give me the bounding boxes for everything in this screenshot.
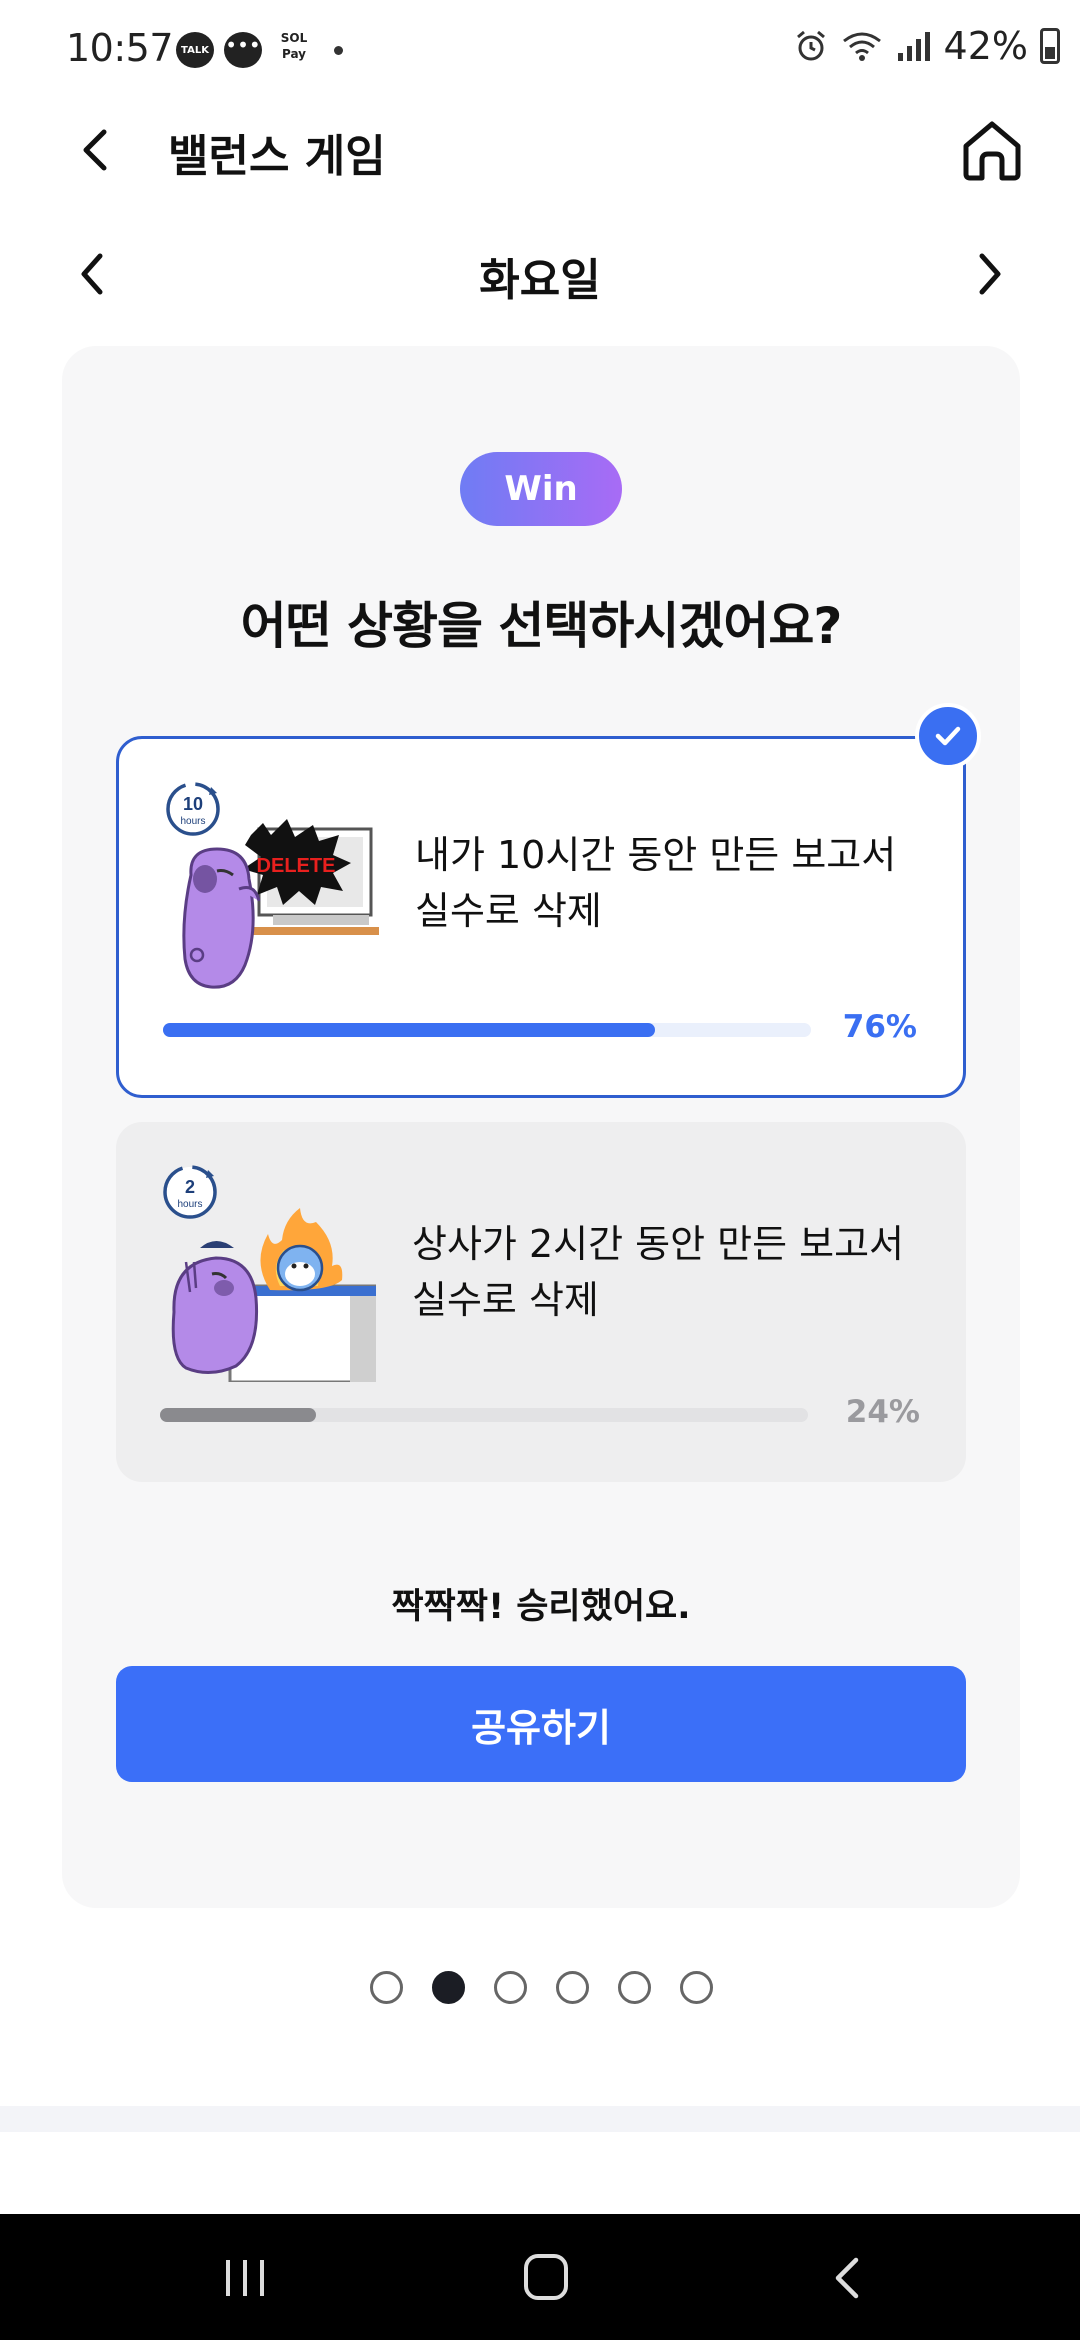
- page-dot[interactable]: [618, 1970, 651, 2004]
- clock-b-unit: hours: [177, 1199, 202, 1210]
- option-a-line1: 내가 10시간 동안 만든 보고서: [415, 833, 897, 877]
- status-bar: 10:57 TALK ••• SOL Pay 42%: [0, 0, 1080, 100]
- sol-pay-line2: Pay: [281, 47, 307, 61]
- clock-b-number: 2: [185, 1177, 195, 1197]
- notification-icons: TALK ••• SOL Pay: [176, 30, 343, 70]
- option-card-a[interactable]: DELETE 10 hours 내가 10시간 동안 만든 보고서 실수로 삭제…: [116, 703, 981, 1098]
- pagination-dots: [370, 1970, 730, 2004]
- back-button[interactable]: [66, 120, 126, 180]
- purple-character-b: [171, 1256, 259, 1374]
- option-a-illustration: DELETE 10 hours: [166, 782, 379, 989]
- result-message: 짝짝짝! 승리했어요.: [391, 1587, 691, 1627]
- option-b-progress-fill: [160, 1408, 316, 1422]
- home-icon: [963, 121, 1021, 181]
- day-navigation: 화요일: [0, 236, 1080, 310]
- delete-text: DELETE: [257, 855, 336, 877]
- message-icon: •••: [224, 32, 262, 68]
- chevron-left-icon: [83, 129, 107, 171]
- option-b-text: 상사가 2시간 동안 만든 보고서 실수로 삭제: [412, 1216, 932, 1328]
- option-a-progress-track: [163, 1023, 811, 1037]
- chevron-right-icon: [979, 253, 1001, 295]
- next-day-button[interactable]: [964, 246, 1014, 302]
- page-dot[interactable]: [370, 1970, 403, 2004]
- status-time: 10:57: [66, 26, 174, 70]
- clock-a-unit: hours: [180, 816, 205, 827]
- win-badge: Win: [460, 452, 622, 526]
- page-dot[interactable]: [680, 1970, 713, 2004]
- selected-check-badge: [915, 703, 981, 769]
- system-back-button[interactable]: [826, 2254, 870, 2302]
- option-a-text: 내가 10시간 동안 만든 보고서 실수로 삭제: [415, 827, 935, 939]
- battery-icon: [1040, 28, 1060, 64]
- share-button[interactable]: 공유하기: [116, 1666, 966, 1782]
- recent-apps-button[interactable]: [220, 2256, 270, 2300]
- option-b-percent: 24%: [845, 1394, 920, 1430]
- option-a-progress-fill: [163, 1023, 656, 1037]
- sol-pay-icon: SOL Pay: [272, 30, 316, 70]
- option-b-line1: 상사가 2시간 동안 만든 보고서: [412, 1222, 905, 1266]
- page-dot[interactable]: [494, 1970, 527, 2004]
- home-button[interactable]: [956, 114, 1028, 186]
- signal-icon: [897, 32, 930, 61]
- status-right: 42%: [794, 24, 1060, 68]
- option-b-illustration: 2 hours: [163, 1165, 376, 1382]
- option-a-percent: 76%: [842, 1009, 917, 1045]
- clock-a-number: 10: [183, 794, 203, 814]
- check-icon: [935, 726, 961, 746]
- option-card-b[interactable]: 2 hours 상사가 2시간 동안 만든 보고서 실수로 삭제 24%: [116, 1122, 966, 1482]
- alarm-icon: [796, 30, 825, 61]
- sol-pay-line1: SOL: [280, 31, 308, 45]
- wifi-icon: [842, 32, 881, 61]
- option-a-line2: 실수로 삭제: [415, 889, 602, 933]
- more-notifications-dot: [334, 45, 343, 55]
- page-dot[interactable]: [432, 1970, 465, 2004]
- battery-percent: 42%: [943, 24, 1028, 68]
- option-b-progress-track: [160, 1408, 808, 1422]
- page-title: 밸런스 게임: [168, 131, 386, 182]
- system-nav-bar: [0, 2214, 1080, 2340]
- app-header: 밸런스 게임: [0, 100, 1080, 200]
- option-b-line2: 실수로 삭제: [412, 1278, 599, 1322]
- section-divider: [0, 2106, 1080, 2132]
- system-home-button[interactable]: [524, 2254, 568, 2300]
- day-title: 화요일: [479, 255, 601, 306]
- kakaotalk-icon: TALK: [176, 32, 214, 68]
- question-title: 어떤 상황을 선택하시겠어요?: [240, 597, 843, 655]
- page-dot[interactable]: [556, 1970, 589, 2004]
- balance-game-card: Win 어떤 상황을 선택하시겠어요? DELETE 10 hours 내가 1…: [62, 346, 1020, 1908]
